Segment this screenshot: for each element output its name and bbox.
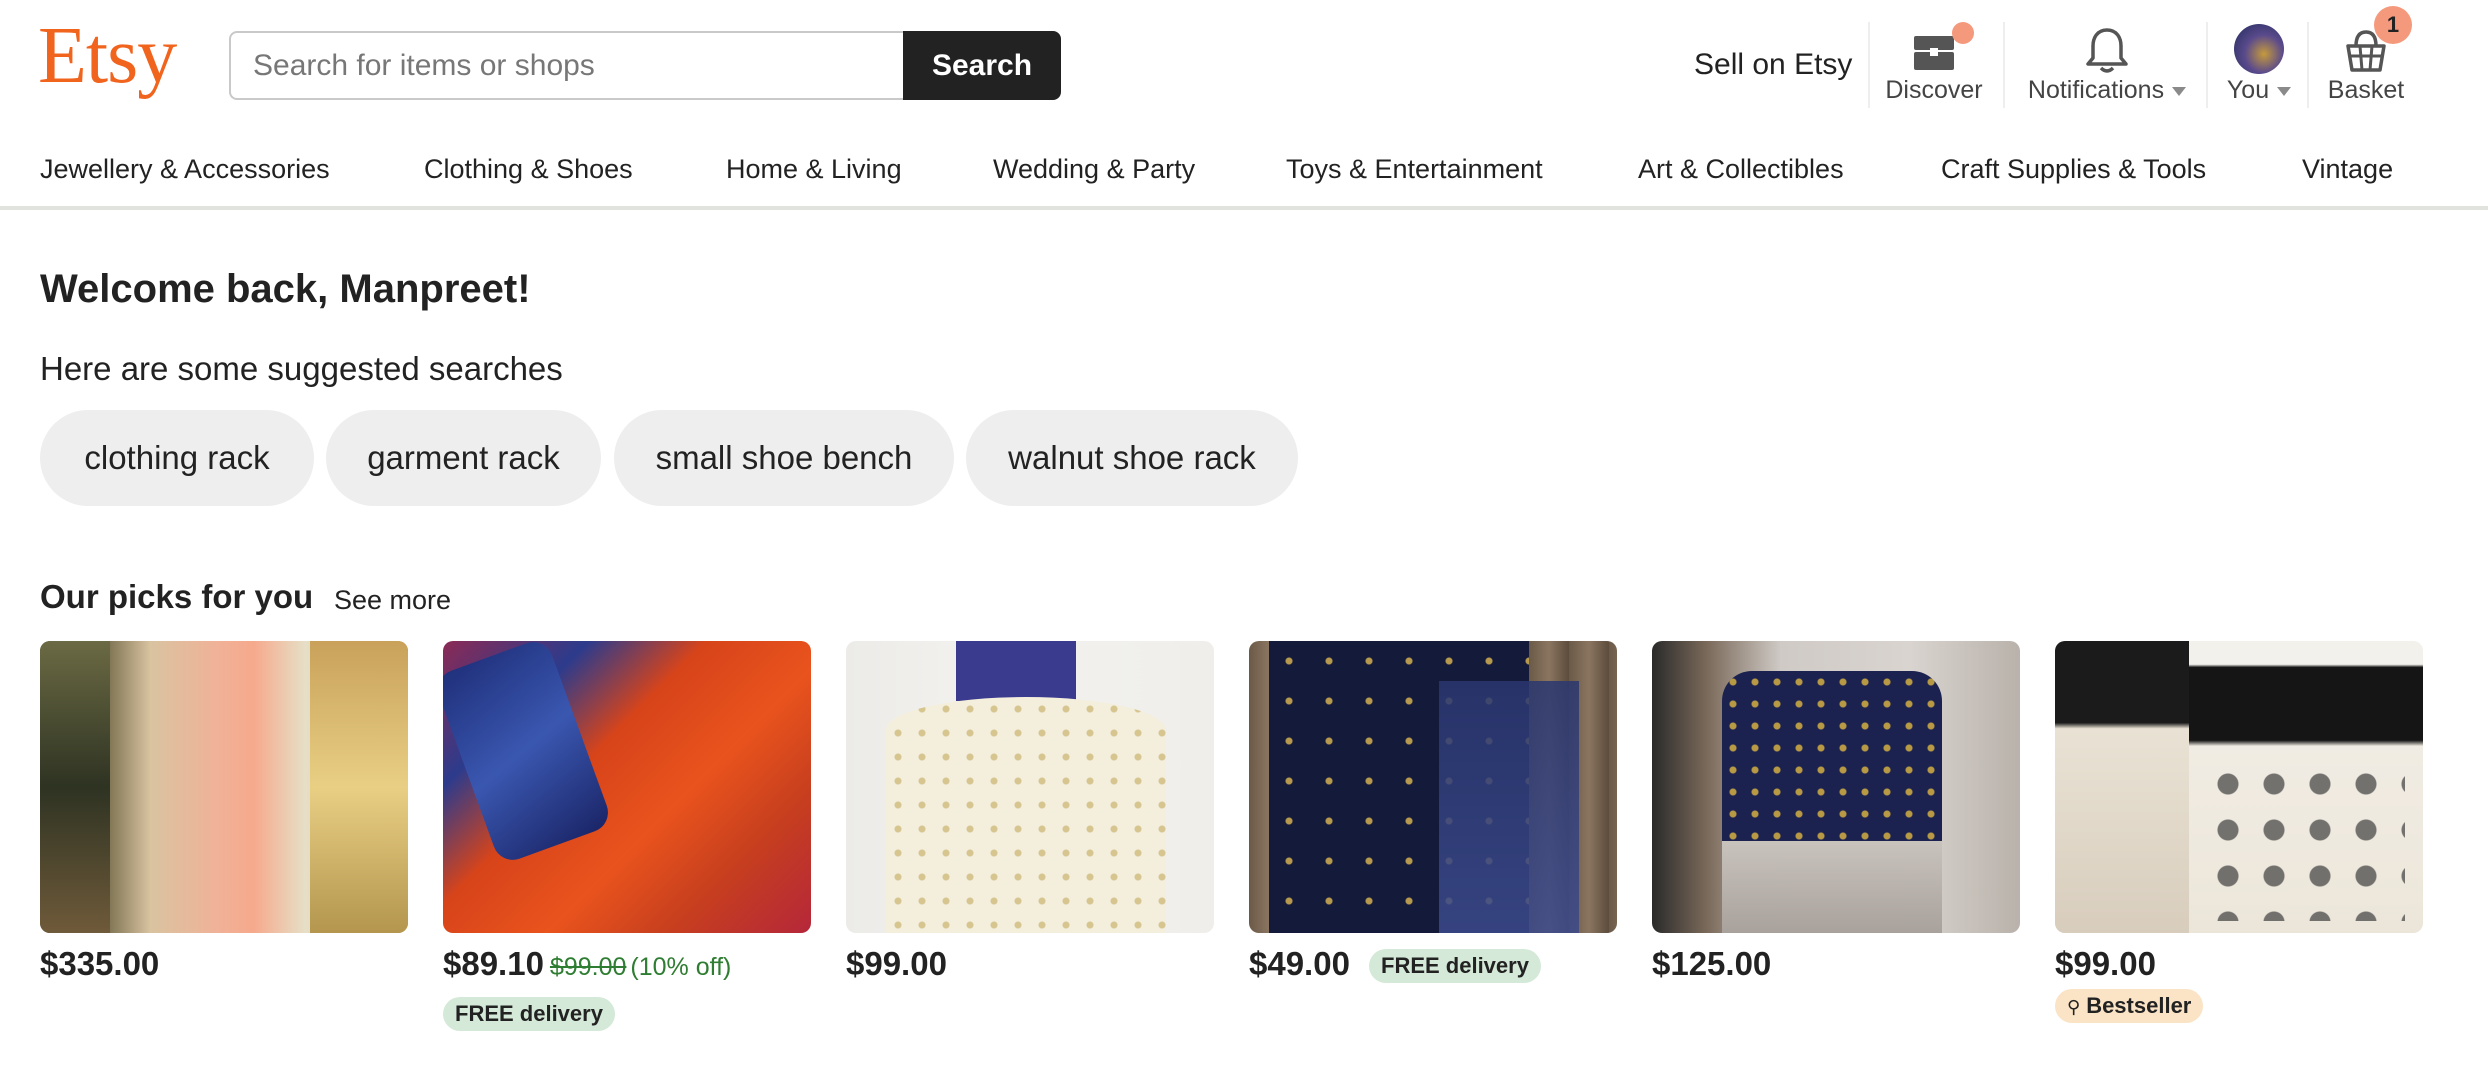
product-price: $49.00	[1249, 945, 1350, 982]
product-image[interactable]	[1652, 641, 2020, 933]
product-price: $335.00	[40, 945, 160, 982]
discover-icon	[1878, 22, 1990, 72]
suggestion-chip[interactable]: clothing rack	[40, 410, 314, 506]
image-shade	[310, 641, 408, 933]
see-more-link[interactable]: See more	[334, 585, 451, 616]
suggested-searches-title: Here are some suggested searches	[40, 350, 563, 387]
bell-icon	[2012, 22, 2202, 73]
category-toys[interactable]: Toys & Entertainment	[1286, 154, 1543, 185]
you-menu-button[interactable]: You	[2216, 22, 2302, 112]
award-icon: ⚲	[2067, 997, 2081, 1017]
basket-count-badge: 1	[2374, 6, 2412, 44]
product-image[interactable]	[2055, 641, 2423, 933]
suggestion-chip[interactable]: garment rack	[326, 410, 601, 506]
image-shade	[1722, 671, 1942, 861]
header-divider	[2003, 22, 2005, 108]
basket-icon: 1	[2316, 6, 2416, 72]
picks-heading: Our picks for you	[40, 578, 314, 615]
header-divider	[2307, 22, 2309, 108]
product-price: $89.10 $99.00 (10% off)	[443, 945, 732, 982]
category-jewellery[interactable]: Jewellery & Accessories	[40, 154, 330, 185]
image-shade	[443, 641, 614, 866]
original-price: $99.00	[549, 953, 627, 981]
product-price: $125.00	[1652, 945, 1772, 982]
suggestion-chip[interactable]: walnut shoe rack	[966, 410, 1298, 506]
image-shade	[2055, 641, 2189, 933]
category-clothing[interactable]: Clothing & Shoes	[424, 154, 633, 185]
basket-button[interactable]: 1 Basket	[2316, 6, 2416, 112]
etsy-logo[interactable]: Etsy	[38, 16, 177, 96]
search-input[interactable]	[229, 31, 903, 100]
header-divider	[2206, 22, 2208, 108]
site-header: Etsy Search Sell on Etsy Discover Notifi…	[0, 0, 2488, 130]
chevron-down-icon	[2172, 86, 2187, 96]
search-bar: Search	[229, 31, 1061, 100]
you-label: You	[2216, 76, 2302, 105]
notifications-label: Notifications	[2012, 76, 2202, 105]
discover-button[interactable]: Discover	[1878, 22, 1990, 112]
free-delivery-badge: FREE delivery	[443, 997, 615, 1031]
product-image[interactable]	[443, 641, 811, 933]
image-shade	[1439, 681, 1579, 933]
discover-notification-dot	[1952, 22, 1974, 44]
basket-label: Basket	[2327, 76, 2405, 104]
product-image[interactable]	[1249, 641, 1617, 933]
category-home-living[interactable]: Home & Living	[726, 154, 902, 185]
image-shade	[2205, 761, 2405, 921]
image-shade	[956, 641, 1076, 701]
category-art[interactable]: Art & Collectibles	[1638, 154, 1844, 185]
image-shade	[40, 641, 110, 933]
image-shade	[886, 697, 1166, 933]
discount-label: (10% off)	[630, 953, 732, 981]
product-price: $99.00	[846, 945, 947, 982]
avatar	[2216, 22, 2302, 74]
product-price: $99.00	[2055, 945, 2156, 982]
category-wedding-party[interactable]: Wedding & Party	[993, 154, 1195, 185]
category-craft-supplies[interactable]: Craft Supplies & Tools	[1941, 154, 2206, 185]
category-nav: Jewellery & Accessories Clothing & Shoes…	[0, 130, 2488, 210]
user-avatar-icon	[2234, 24, 2284, 74]
product-image[interactable]	[40, 641, 408, 933]
search-button[interactable]: Search	[903, 31, 1061, 100]
product-image[interactable]	[846, 641, 1214, 933]
chevron-down-icon	[2277, 86, 2292, 96]
bestseller-badge: ⚲ Bestseller	[2055, 989, 2204, 1023]
notifications-button[interactable]: Notifications	[2012, 22, 2202, 112]
category-vintage[interactable]: Vintage	[2302, 154, 2393, 185]
header-divider	[1868, 22, 1870, 108]
free-delivery-badge: FREE delivery	[1369, 949, 1541, 983]
image-shade	[1722, 841, 1942, 933]
sell-on-etsy-link[interactable]: Sell on Etsy	[1694, 48, 1852, 82]
welcome-heading: Welcome back, Manpreet!	[40, 267, 531, 311]
discover-label: Discover	[1885, 76, 1983, 104]
suggestion-chip[interactable]: small shoe bench	[614, 410, 954, 506]
